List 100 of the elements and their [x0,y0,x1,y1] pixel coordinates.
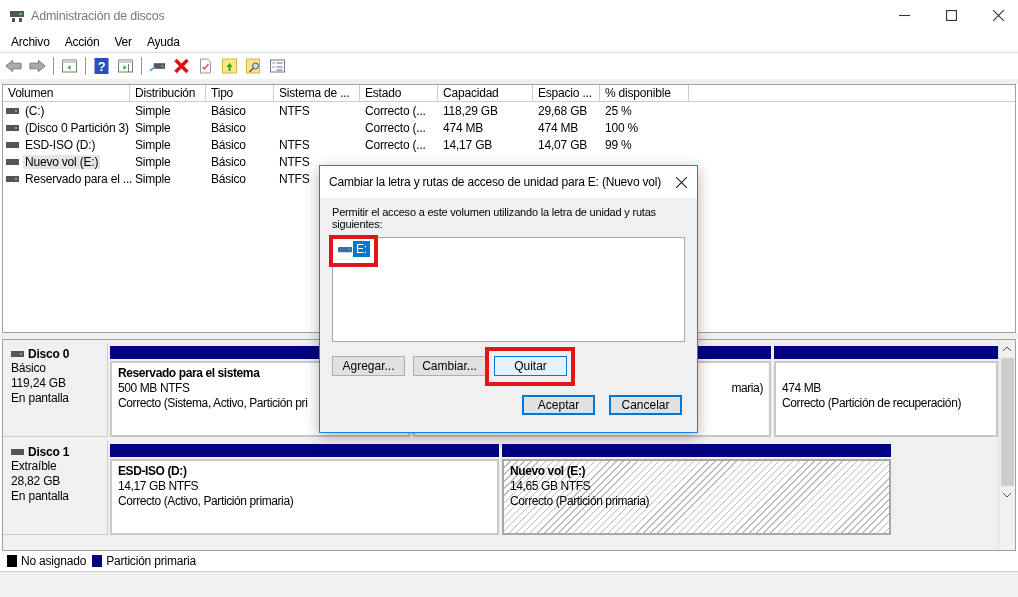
column-header[interactable]: Espacio ... [533,85,600,102]
partition-box[interactable]: ESD-ISO (D:) 14,17 GB NTFS Correcto (Activo, Partición primaria) [110,459,499,535]
table-cell: NTFS [279,171,310,186]
disk-name: Disco 0 [28,347,70,361]
dialog-button[interactable]: Agregar... [332,356,405,376]
help-icon[interactable]: ? [93,58,110,74]
drive-icon [6,107,19,114]
table-cell: 14,17 GB [443,137,493,152]
table-cell: Básico [211,120,246,135]
maximize-icon[interactable] [946,10,957,21]
action-pane-icon[interactable] [117,58,134,74]
legend-label: No asignado [21,554,87,568]
column-header[interactable]: Sistema de ... [274,85,360,102]
drive-icon [6,124,19,131]
menu-item[interactable]: Ayuda [141,34,190,49]
folder-up-icon[interactable] [221,58,238,74]
table-cell: 29,68 GB [538,103,588,118]
disk-info: Extraíble [11,459,58,474]
partition-title: ESD-ISO (D:) [118,464,187,479]
partition-box[interactable]: Nuevo vol (E:) 14,65 GB NTFS Correcto (Partición primaria) [502,459,891,535]
column-header[interactable]: Estado [360,85,438,102]
forward-arrow-icon[interactable] [29,58,46,74]
dialog-button[interactable]: Quitar [494,356,567,376]
table-cell: 14,07 GB [538,137,588,152]
table-cell: 100 % [605,120,639,135]
menu-item[interactable]: Ver [109,34,142,49]
table-cell: 99 % [605,137,632,152]
partition-status: maria) [731,381,763,396]
table-cell: Simple [135,137,171,152]
table-cell: Simple [135,154,171,169]
table-cell: Básico [211,103,246,118]
volume-name[interactable]: (Disco 0 Partición 3) [23,120,131,135]
legend-label: Partición primaria [106,554,196,568]
volume-name[interactable]: Nuevo vol (E:) [23,154,101,169]
table-cell: Correcto (... [365,103,426,118]
scroll-up-icon[interactable] [1002,346,1012,352]
volume-name[interactable]: Reservado para el ... [23,171,135,186]
folder-search-icon[interactable] [245,58,262,74]
close-icon[interactable] [993,10,1004,21]
dialog-button[interactable]: Cancelar [609,395,682,415]
partition-size: 14,17 GB NTFS [118,479,199,494]
scrollbar[interactable] [998,340,1015,550]
disk-info: 28,82 GB [11,474,62,489]
table-cell: Básico [211,137,246,152]
table-cell: NTFS [279,103,310,118]
dialog-button[interactable]: Cambiar... [413,356,486,376]
dialog-description: Permitir el acceso a este volumen utilizando la letra de unidad y rutas siguientes: [332,206,657,230]
scroll-thumb[interactable] [1000,358,1014,486]
table-cell: 25 % [605,103,632,118]
console-tree-icon[interactable] [61,58,78,74]
drive-icon [6,175,19,182]
back-arrow-icon[interactable] [5,58,22,74]
column-header[interactable]: % disponible [600,85,689,102]
disk-info: Básico [11,361,47,376]
disk-info: 119,24 GB [11,376,67,391]
partition-title: Reservado para el sistema [118,366,260,381]
scroll-down-icon[interactable] [1002,492,1012,498]
partition-size: 474 MB [782,381,821,396]
volume-name[interactable]: ESD-ISO (D:) [23,137,98,152]
table-cell: NTFS [279,137,310,152]
checked-page-icon[interactable] [197,58,214,74]
delete-icon[interactable] [173,58,190,74]
disk-info: En pantalla [11,391,70,406]
drive-path-list[interactable]: E: [332,237,685,342]
window-title: Administración de discos [31,8,165,23]
column-header[interactable]: Tipo [206,85,274,102]
table-cell: NTFS [279,154,310,169]
partition-status: Correcto (Partición de recuperación) [782,396,962,411]
properties-list-icon[interactable] [269,58,286,74]
menu-item[interactable]: Acción [59,34,110,49]
table-cell: Simple [135,171,171,186]
partition-size: 14,65 GB NTFS [510,479,591,494]
column-header[interactable]: Distribución [130,85,206,102]
partition-status: Correcto (Sistema, Activo, Partición pri [118,396,308,411]
drive-icon [6,158,19,165]
table-cell: Básico [211,154,246,169]
close-icon[interactable] [676,176,687,188]
partition-size: 500 MB NTFS [118,381,190,396]
dialog-title: Cambiar la letra y rutas de acceso de unidad para E: (Nuevo vol) [329,175,662,189]
table-cell: 474 MB [443,120,484,135]
menu-item[interactable]: Archivo [6,34,60,49]
drive-icon [6,141,19,148]
table-cell: 474 MB [538,120,579,135]
table-cell: 118,29 GB [443,103,498,118]
dialog-button[interactable]: Aceptar [522,395,595,415]
table-cell: Correcto (... [365,120,426,135]
table-cell: Correcto (... [365,137,426,152]
disk-info: En pantalla [11,489,70,504]
volume-name[interactable]: (C:) [23,103,47,118]
column-header[interactable]: Capacidad [438,85,533,102]
table-cell: Simple [135,103,171,118]
drive-letter-item[interactable]: E: [353,241,370,257]
drive-icon [338,245,352,253]
partition-title: Nuevo vol (E:) [510,464,586,479]
disk-name: Disco 1 [28,445,70,459]
table-cell: Básico [211,171,246,186]
partition-box[interactable]: 474 MB Correcto (Partición de recuperación) [774,361,998,437]
column-header[interactable]: Volumen [3,85,130,102]
table-cell: Simple [135,120,171,135]
partition-status: Correcto (Partición primaria) [510,494,650,509]
